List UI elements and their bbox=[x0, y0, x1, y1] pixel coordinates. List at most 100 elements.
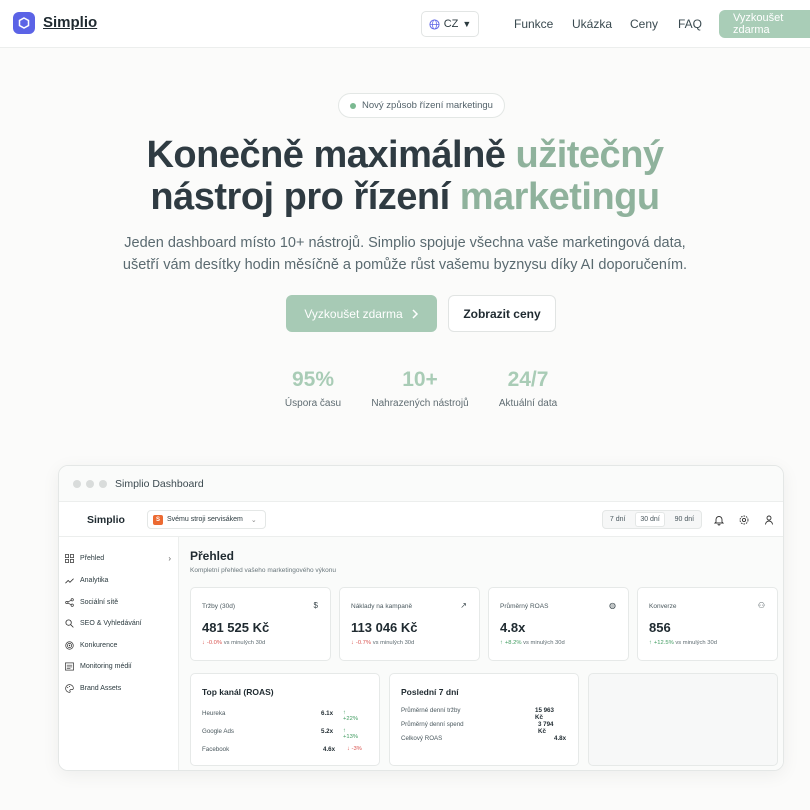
stat-label: Aktuální data bbox=[498, 398, 558, 409]
kpi-card-roas[interactable]: Průměrný ROAS ◍ 4.8x ↑ +8.2% vs minulých … bbox=[488, 587, 629, 661]
channel-change-value: +13% bbox=[343, 734, 358, 740]
kpi-card-costs[interactable]: Náklady na kampaně ↗ 113 046 Kč ↓ -0.7% v… bbox=[339, 587, 480, 661]
bell-icon[interactable] bbox=[713, 514, 725, 526]
kpi-value: 856 bbox=[649, 620, 671, 635]
channel-roas: 5.2x bbox=[321, 728, 334, 735]
kpi-label: Náklady na kampaně bbox=[351, 603, 413, 610]
stat-value: 10+ bbox=[402, 368, 438, 391]
brand-name[interactable]: Simplio bbox=[43, 14, 97, 31]
channel-change-value: -3% bbox=[351, 746, 362, 752]
channel-name: Heureka bbox=[202, 710, 226, 717]
language-selector[interactable]: CZ ▼ bbox=[421, 11, 479, 37]
sidebar-item-socialni-site[interactable]: Sociální sítě bbox=[65, 594, 173, 610]
kpi-delta-compare: vs minulých 30d bbox=[223, 640, 266, 646]
target-icon bbox=[65, 640, 74, 650]
hero-title-line1: Konečně maximálně užitečný bbox=[0, 134, 810, 177]
hero-title-line2: nástroj pro řízení marketingu bbox=[0, 176, 810, 219]
users-icon: ⚇ bbox=[757, 601, 765, 610]
dashboard-subtitle: Kompletní přehled vašeho marketingového … bbox=[190, 567, 336, 574]
hero-title-dark-2: nástroj pro řízení bbox=[150, 176, 460, 218]
chevron-right-icon: › bbox=[168, 553, 171, 563]
sidebar-item-monitoring[interactable]: Monitoring médií bbox=[65, 658, 173, 674]
kpi-delta-compare: vs minulých 30d bbox=[372, 640, 415, 646]
range-7-days[interactable]: 7 dní bbox=[606, 513, 630, 526]
sidebar-item-label: Analytika bbox=[80, 576, 109, 584]
palette-icon bbox=[65, 683, 74, 693]
user-icon[interactable] bbox=[763, 514, 775, 526]
kpi-label: Tržby (30d) bbox=[202, 603, 235, 610]
try-free-label: Vyzkoušet zdarma bbox=[304, 306, 403, 321]
sidebar-item-analytika[interactable]: Analytika bbox=[65, 572, 173, 588]
newspaper-icon bbox=[65, 662, 74, 670]
nav-try-free-button[interactable]: Vyzkoušet zdarma bbox=[719, 10, 810, 38]
chevron-right-icon bbox=[412, 308, 418, 319]
hero-subtitle-line1: Jeden dashboard místo 10+ nástrojů. Simp… bbox=[124, 235, 686, 251]
arrow-up-icon: ↑ bbox=[500, 640, 503, 646]
grid-icon bbox=[65, 553, 74, 563]
kpi-value: 481 525 Kč bbox=[202, 620, 270, 635]
company-selector[interactable]: S Svému stroji servisákem ⌄ bbox=[147, 510, 266, 529]
sidebar-item-seo[interactable]: SEO & Vyhledávání bbox=[65, 615, 173, 631]
range-30-days[interactable]: 30 dní bbox=[635, 512, 665, 527]
company-badge: S bbox=[153, 514, 163, 525]
caret-down-icon: ▼ bbox=[462, 19, 472, 29]
kpi-card-revenue[interactable]: Tržby (30d) $ 481 525 Kč ↓ -0.0% vs minul… bbox=[190, 587, 331, 661]
trend-icon bbox=[65, 577, 74, 583]
channel-change-value: +22% bbox=[343, 716, 358, 722]
channel-row: Google Ads 5.2x ↑ +13% bbox=[202, 728, 362, 740]
stat-live-data: 24/7 Aktuální data bbox=[468, 368, 588, 409]
sidebar-item-konkurence[interactable]: Konkurence bbox=[65, 637, 173, 653]
status-dot bbox=[350, 102, 357, 109]
kpi-delta: ↑ +12.5% vs minulých 30d bbox=[649, 640, 717, 646]
sidebar-item-prehled[interactable]: Přehled › bbox=[65, 550, 173, 566]
channel-roas: 6.1x bbox=[321, 710, 334, 717]
summary-label: Celkový ROAS bbox=[401, 735, 443, 742]
globe-icon bbox=[429, 18, 440, 30]
kpi-label: Konverze bbox=[649, 603, 677, 610]
gear-icon[interactable] bbox=[738, 514, 750, 526]
channel-name: Facebook bbox=[202, 746, 230, 753]
globe-icon: ◍ bbox=[609, 601, 616, 610]
kpi-delta-value: -0.7% bbox=[355, 640, 372, 646]
summary-label: Průměrné denní tržby bbox=[401, 707, 461, 714]
announcement-pill: Nový způsob řízení marketingu bbox=[338, 93, 505, 118]
nav-link-ukazka[interactable]: Ukázka bbox=[572, 17, 612, 31]
dashboard-brand[interactable]: Simplio bbox=[87, 514, 125, 526]
nav-link-ceny[interactable]: Ceny bbox=[630, 17, 658, 31]
sidebar-item-label: Přehled bbox=[80, 554, 105, 562]
top-channel-panel: Top kanál (ROAS) Heureka 6.1x ↑ +22% Goo… bbox=[190, 673, 380, 766]
dashboard-sidebar: Přehled › Analytika Sociální sítě SEO & … bbox=[59, 537, 179, 770]
sidebar-item-label: Sociální sítě bbox=[80, 598, 119, 606]
kpi-card-conversions[interactable]: Konverze ⚇ 856 ↑ +12.5% vs minulých 30d bbox=[637, 587, 778, 661]
range-90-days[interactable]: 90 dní bbox=[671, 513, 698, 526]
try-free-button[interactable]: Vyzkoušet zdarma bbox=[286, 295, 437, 332]
dashboard-main: Přehled Kompletní přehled vašeho marketi… bbox=[179, 537, 783, 770]
stat-label: Úspora času bbox=[284, 398, 342, 409]
logo-icon[interactable] bbox=[13, 12, 35, 34]
summary-row: Průměrný denní spend 3 794 Kč bbox=[401, 721, 561, 735]
channel-change: ↑ +13% bbox=[343, 728, 358, 740]
dollar-icon: $ bbox=[313, 601, 318, 610]
channel-row: Heureka 6.1x ↑ +22% bbox=[202, 710, 362, 722]
summary-value: 15 963 Kč bbox=[535, 707, 554, 721]
nav-link-faq[interactable]: FAQ bbox=[678, 17, 702, 31]
panel-title: Top kanál (ROAS) bbox=[202, 687, 274, 697]
kpi-delta-compare: vs minulých 30d bbox=[675, 640, 717, 646]
kpi-label: Průměrný ROAS bbox=[500, 603, 549, 610]
hero-title-green-1: užitečný bbox=[515, 134, 665, 176]
show-pricing-button[interactable]: Zobrazit ceny bbox=[448, 295, 556, 332]
hero-title-dark-1: Konečně maximálně bbox=[146, 134, 516, 176]
stat-label: Nahrazených nástrojů bbox=[371, 398, 469, 409]
window-dot bbox=[99, 480, 107, 488]
sidebar-item-brand-assets[interactable]: Brand Assets bbox=[65, 680, 173, 696]
sidebar-item-label: Brand Assets bbox=[80, 684, 122, 692]
date-range-toggle: 7 dní 30 dní 90 dní bbox=[602, 510, 702, 529]
nav-link-funkce[interactable]: Funkce bbox=[514, 17, 553, 31]
window-dot bbox=[73, 480, 81, 488]
panel-title: Poslední 7 dní bbox=[401, 687, 459, 697]
hero-subtitle-line2: ušetří vám desítky hodin měsíčně a pomůž… bbox=[122, 257, 688, 273]
top-navbar: Simplio CZ ▼ Funkce Ukázka Ceny FAQ Vyzk… bbox=[0, 0, 810, 48]
window-titlebar: Simplio Dashboard bbox=[59, 466, 783, 502]
summary-value: 3 794 Kč bbox=[538, 721, 554, 735]
summary-value: 4.8x bbox=[554, 735, 567, 742]
